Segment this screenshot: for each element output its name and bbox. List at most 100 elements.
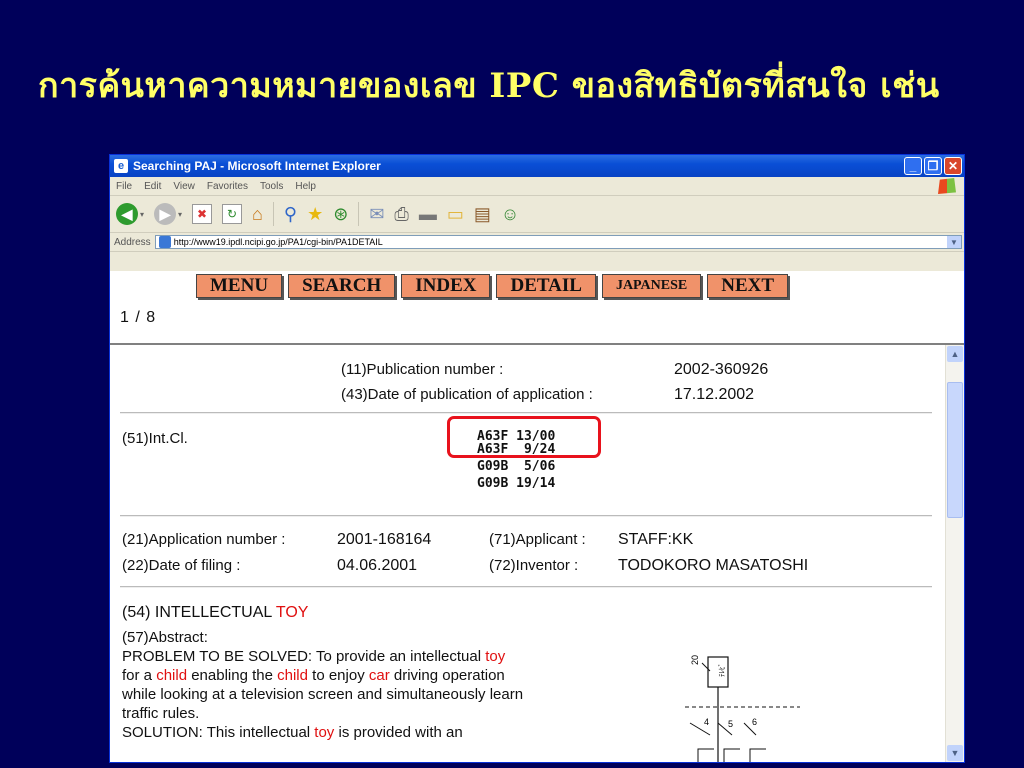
menu-favorites[interactable]: Favorites: [207, 181, 248, 192]
search-button[interactable]: SEARCH: [288, 274, 396, 298]
detail-frame: (11)Publication number : 2002-360926 (43…: [110, 345, 946, 762]
japanese-button[interactable]: JAPANESE: [601, 274, 702, 298]
close-button[interactable]: ✕: [944, 157, 962, 175]
forward-icon[interactable]: ▶: [154, 203, 177, 225]
scroll-up-icon[interactable]: ▲: [947, 346, 963, 362]
page-icon: [158, 236, 171, 248]
research-icon[interactable]: ▤: [474, 205, 491, 223]
address-label: Address: [114, 236, 151, 248]
windows-logo-icon: [938, 178, 956, 194]
maximize-button[interactable]: ❐: [924, 157, 942, 175]
abstract-line: for a child enabling the child to enjoy …: [122, 667, 505, 684]
back-icon[interactable]: ◀: [116, 203, 138, 225]
drawing-label: 4: [704, 717, 709, 727]
edit-icon[interactable]: ▬: [419, 205, 437, 223]
window-title: Searching PAJ - Microsoft Internet Explo…: [133, 159, 381, 173]
next-button[interactable]: NEXT: [707, 274, 789, 298]
address-dropdown-icon[interactable]: ▼: [947, 236, 961, 248]
intcl-label: (51)Int.Cl.: [122, 430, 188, 447]
abstract-line: PROBLEM TO BE SOLVED: To provide an inte…: [122, 648, 505, 665]
menu-tools[interactable]: Tools: [260, 181, 283, 192]
ie-icon: e: [114, 159, 128, 173]
detail-button[interactable]: DETAIL: [496, 274, 596, 298]
pub-number: 2002-360926: [674, 361, 769, 378]
patent-drawing: 20 ﾃﾚﾋﾞ 4 5 6: [685, 655, 800, 762]
applicant: STAFF:KK: [618, 531, 694, 548]
abstract-text: driving operation: [389, 667, 505, 684]
folder-icon[interactable]: ▭: [447, 205, 464, 223]
title-label: (54): [122, 604, 151, 621]
drawing-label: 5: [728, 719, 733, 729]
toolbar-separator: [272, 202, 274, 226]
slide-title: การค้นหาความหมายของเลข IPC ของสิทธิบัตรท…: [38, 66, 940, 106]
menu-view[interactable]: View: [173, 181, 195, 192]
abstract-keyword: child: [156, 667, 188, 684]
abstract-line: SOLUTION: This intellectual toy is provi…: [122, 724, 463, 741]
search-icon[interactable]: ⚲: [284, 205, 297, 223]
inventor-label: (72)Inventor :: [489, 557, 579, 574]
divider: [120, 586, 932, 588]
menu-help[interactable]: Help: [295, 181, 316, 192]
title-keyword: TOY: [275, 604, 309, 621]
pub-date: 17.12.2002: [674, 386, 755, 403]
address-input[interactable]: http://www19.ipdl.ncipi.go.jp/PA1/cgi-bi…: [154, 235, 962, 249]
pager: 1 / 8: [120, 309, 157, 326]
inventor: TODOKORO MASATOSHI: [618, 557, 809, 574]
abstract-keyword: child: [277, 667, 308, 684]
address-url: http://www19.ipdl.ncipi.go.jp/PA1/cgi-bi…: [173, 237, 383, 247]
browser-window: e Searching PAJ - Microsoft Internet Exp…: [110, 155, 964, 762]
toolbar-separator: [358, 202, 360, 226]
pub-date-label: (43)Date of publication of application :: [341, 386, 593, 403]
abstract-keyword: toy: [485, 648, 506, 665]
stop-icon[interactable]: ✖: [192, 204, 213, 224]
mail-icon[interactable]: ✉: [369, 205, 384, 223]
favorites-star-icon[interactable]: ★: [307, 205, 323, 223]
toolbar: ◀ ▾ ▶ ▾ ✖ ↻ ⌂ ⚲ ★ ⊛ ✉ ⎙ ▬ ▭ ▤ ☺: [110, 196, 964, 233]
filing-date: 04.06.2001: [337, 557, 418, 574]
abstract-text: is provided with an: [334, 724, 463, 741]
intcl-code: G09B 5/06: [477, 459, 556, 474]
patent-title: (54) INTELLECTUAL TOY: [122, 604, 308, 622]
vertical-scrollbar[interactable]: ▲ ▼: [945, 345, 964, 762]
minimize-button[interactable]: _: [904, 157, 922, 175]
messenger-icon[interactable]: ☺: [501, 205, 519, 223]
nav-frame: MENU SEARCH INDEX DETAIL JAPANESE NEXT 1…: [110, 271, 964, 345]
home-icon[interactable]: ⌂: [252, 205, 263, 223]
history-icon[interactable]: ⊛: [333, 205, 348, 223]
divider: [120, 515, 932, 517]
scroll-down-icon[interactable]: ▼: [947, 745, 963, 761]
abstract-line: traffic rules.: [122, 705, 200, 722]
svg-text:ﾃﾚﾋﾞ: ﾃﾚﾋﾞ: [718, 663, 726, 677]
abstract-keyword: toy: [314, 724, 335, 741]
pub-number-label: (11)Publication number :: [341, 361, 504, 378]
menu-button[interactable]: MENU: [196, 274, 283, 298]
abstract-text: enabling the: [187, 667, 278, 684]
abstract-keyword: car: [368, 667, 390, 684]
filing-label: (22)Date of filing :: [122, 557, 241, 574]
applicant-label: (71)Applicant :: [489, 531, 586, 548]
forward-dropdown-icon[interactable]: ▾: [178, 210, 182, 219]
title-word: INTELLECTUAL: [154, 604, 272, 621]
refresh-icon[interactable]: ↻: [222, 204, 243, 224]
drawing-label: 20: [690, 655, 700, 665]
scroll-thumb[interactable]: [947, 382, 963, 518]
abstract-text: PROBLEM TO BE SOLVED: To provide an inte…: [122, 648, 486, 665]
menu-file[interactable]: File: [116, 181, 132, 192]
abstract-line: while looking at a television screen and…: [122, 686, 524, 703]
ipc-highlight-box: [447, 416, 601, 458]
menu-edit[interactable]: Edit: [144, 181, 161, 192]
drawing-label: 6: [752, 717, 757, 727]
intcl-code: G09B 19/14: [477, 476, 556, 491]
app-number-label: (21)Application number :: [122, 531, 286, 548]
abstract-label: (57)Abstract:: [122, 629, 208, 646]
back-dropdown-icon[interactable]: ▾: [140, 210, 144, 219]
app-number: 2001-168164: [337, 531, 432, 548]
divider: [120, 412, 932, 414]
menu-bar: File Edit View Favorites Tools Help: [110, 177, 964, 196]
index-button[interactable]: INDEX: [401, 274, 491, 298]
abstract-text: SOLUTION: This intellectual: [122, 724, 315, 741]
address-bar: Address http://www19.ipdl.ncipi.go.jp/PA…: [110, 233, 964, 252]
print-icon[interactable]: ⎙: [394, 205, 408, 223]
abstract-text: for a: [122, 667, 157, 684]
window-titlebar[interactable]: e Searching PAJ - Microsoft Internet Exp…: [110, 155, 964, 177]
